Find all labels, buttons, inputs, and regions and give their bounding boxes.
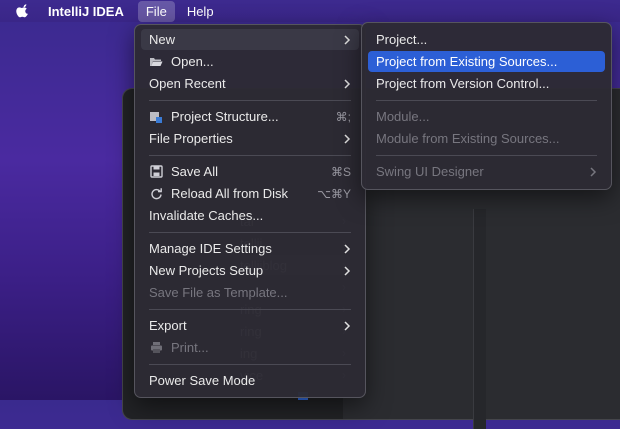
menu-separator	[149, 232, 351, 233]
project-structure-icon	[149, 110, 163, 124]
macos-menu-bar: IntelliJ IDEA File Help	[0, 0, 620, 22]
chevron-right-icon	[343, 133, 353, 144]
reload-icon	[149, 187, 163, 201]
chevron-right-icon	[343, 78, 353, 89]
menu-item-project-structure[interactable]: Project Structure... ⌘;	[141, 106, 359, 127]
menu-item-new[interactable]: New	[141, 29, 359, 50]
menu-separator	[149, 100, 351, 101]
menubar-help[interactable]: Help	[179, 1, 222, 22]
menu-separator	[376, 155, 597, 156]
chevron-right-icon	[343, 265, 353, 276]
menu-separator	[149, 309, 351, 310]
chevron-right-icon	[343, 34, 353, 45]
menu-item-module: Module...	[376, 109, 430, 124]
chevron-right-icon	[343, 243, 353, 254]
menu-item-file-properties[interactable]: File Properties	[141, 128, 359, 149]
menu-item-new-projects-setup[interactable]: New Projects Setup	[141, 260, 359, 281]
menu-separator	[149, 155, 351, 156]
folder-open-icon	[149, 55, 163, 69]
menu-item-open-recent[interactable]: Open Recent	[141, 73, 359, 94]
printer-icon	[149, 341, 163, 355]
menu-item-module-from-existing-sources: Module from Existing Sources...	[376, 131, 560, 146]
menu-item-reload-all[interactable]: Reload All from Disk ⌥⌘Y	[141, 183, 359, 204]
chevron-right-icon	[589, 166, 599, 177]
menu-item-swing-ui-designer: Swing UI Designer	[368, 161, 605, 182]
ide-scrollbar[interactable]	[473, 209, 486, 429]
menu-item-save-file-as-template: Save File as Template...	[149, 285, 288, 300]
new-submenu: Project... Project from Existing Sources…	[361, 22, 612, 190]
menu-item-export[interactable]: Export	[141, 315, 359, 336]
file-menu: New Open... Open Recent Project Structur…	[134, 24, 366, 398]
menu-item-power-save-mode[interactable]: Power Save Mode	[141, 370, 359, 391]
menu-item-project-from-existing-sources[interactable]: Project from Existing Sources...	[368, 51, 605, 72]
menu-item-invalidate-caches[interactable]: Invalidate Caches...	[141, 205, 359, 226]
menu-item-print: Print...	[141, 337, 359, 358]
menu-item-manage-ide-settings[interactable]: Manage IDE Settings	[141, 238, 359, 259]
apple-icon[interactable]	[16, 4, 30, 18]
app-name[interactable]: IntelliJ IDEA	[48, 4, 124, 19]
menu-item-project[interactable]: Project...	[368, 29, 605, 50]
menubar-file[interactable]: File	[137, 0, 175, 22]
menu-separator	[149, 364, 351, 365]
chevron-right-icon	[343, 320, 353, 331]
menu-item-project-from-version-control[interactable]: Project from Version Control...	[368, 73, 605, 94]
menu-item-save-all[interactable]: Save All ⌘S	[141, 161, 359, 182]
menu-separator	[376, 100, 597, 101]
save-icon	[149, 165, 163, 179]
menu-item-open[interactable]: Open...	[141, 51, 359, 72]
